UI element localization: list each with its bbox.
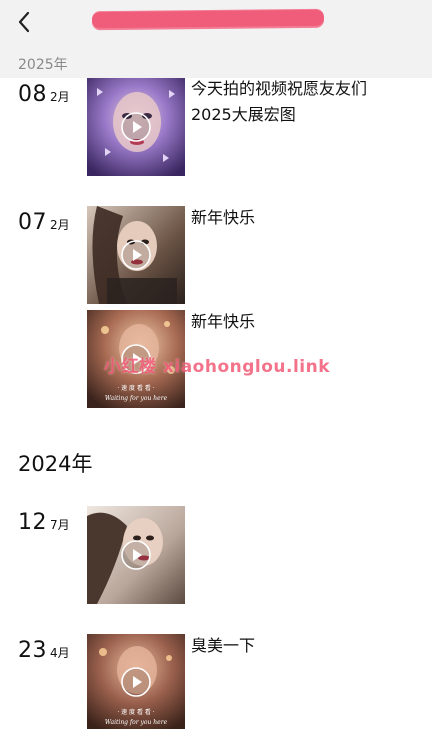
post-caption: 臭美一下: [191, 636, 256, 655]
date-month: 2月: [50, 218, 70, 232]
date-month: 7月: [50, 518, 70, 532]
post-caption: 新年快乐: [191, 208, 256, 227]
post-caption: 今天拍的视频祝愿友友们 2025大展宏图: [191, 79, 368, 124]
video-timeline-page: 2025年 08 2月 今天拍的视频祝愿友友们 2025大展宏图 07 2月 新…: [0, 0, 432, 729]
date-label: 07 2月: [18, 210, 70, 235]
date-day: 23: [18, 638, 47, 663]
video-thumbnail[interactable]: · 速 度 看 看 · Waiting for you here: [87, 634, 185, 729]
date-label: 08 2月: [18, 82, 70, 107]
year-heading: 2024年: [18, 452, 93, 476]
date-label: 23 4月: [18, 638, 70, 663]
sticky-year-label: 2025年: [18, 57, 68, 73]
thumbnail-overlay-title: · 速 度 看 看 ·: [117, 709, 155, 716]
date-label: 12 7月: [18, 510, 70, 535]
date-month: 2月: [50, 90, 70, 104]
date-day: 07: [18, 210, 47, 235]
redacted-title: [91, 9, 325, 29]
thumbnail-overlay-subtitle: Waiting for you here: [104, 719, 168, 726]
thumbnail-overlay-title: · 速 度 看 看 ·: [117, 385, 155, 392]
chevron-left-icon: [18, 11, 30, 33]
play-icon: [121, 666, 151, 697]
date-month: 4月: [50, 646, 70, 660]
video-thumbnail[interactable]: [87, 78, 185, 176]
sticky-year-bar: 2025年: [0, 46, 432, 78]
play-icon: [121, 540, 151, 570]
date-day: 12: [18, 510, 47, 535]
thumbnail-overlay-subtitle: Waiting for you here: [104, 395, 168, 402]
top-bar: [0, 0, 432, 46]
back-button[interactable]: [10, 8, 38, 36]
play-icon: [121, 240, 151, 270]
video-thumbnail[interactable]: [87, 506, 185, 604]
play-icon: [121, 112, 151, 142]
watermark-text: 小红楼 xiaohonglou.link: [104, 357, 331, 377]
timeline-list[interactable]: 08 2月 今天拍的视频祝愿友友们 2025大展宏图 07 2月 新年快乐 · …: [0, 78, 432, 729]
video-thumbnail[interactable]: [87, 206, 185, 304]
date-day: 08: [18, 82, 47, 107]
post-caption: 新年快乐: [191, 312, 256, 331]
